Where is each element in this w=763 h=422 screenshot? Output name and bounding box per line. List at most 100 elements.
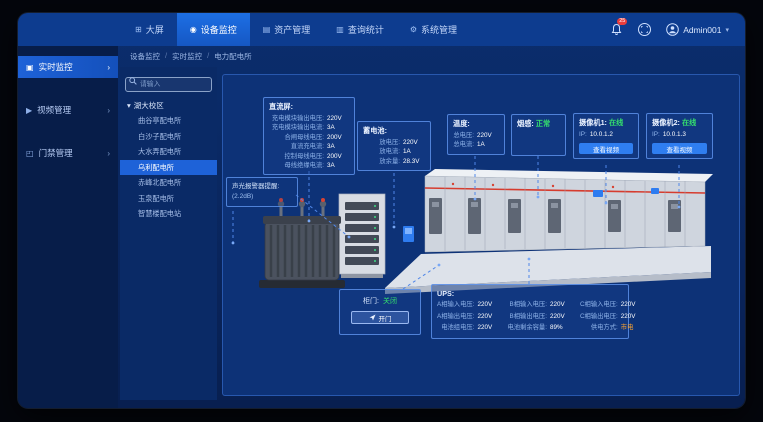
row-value: 3A bbox=[327, 161, 349, 170]
sidebar-item-realtime-monitor[interactable]: ▣ 实时监控 › bbox=[18, 56, 118, 78]
panel-title: 摄像机1: bbox=[579, 118, 607, 127]
door-status: 关闭 bbox=[383, 296, 397, 306]
tab-label: 系统管理 bbox=[421, 23, 457, 36]
tree-item-station-selected[interactable]: 乌利配电所 bbox=[120, 160, 217, 176]
sidebar-item-access-mgmt[interactable]: ◰ 门禁管理 › bbox=[18, 142, 118, 164]
row-label: 控制母线电压: bbox=[269, 152, 324, 161]
door-label: 柜门: bbox=[363, 296, 379, 306]
sidebar-item-label: 实时监控 bbox=[39, 61, 73, 73]
sound-light-alarm-panel: 声光报警器提醒: (2.2dB) bbox=[226, 177, 298, 207]
tree-item-station[interactable]: 大水弄配电所 bbox=[120, 144, 217, 160]
breadcrumb: 设备监控 / 实时监控 / 电力配电所 bbox=[130, 51, 252, 62]
tree-item-station[interactable]: 智慧楼配电站 bbox=[120, 206, 217, 222]
row-value: 89% bbox=[550, 323, 572, 334]
tab-query-stats[interactable]: ▥ 查询统计 bbox=[323, 13, 397, 46]
panel-title: UPS: bbox=[437, 289, 623, 298]
send-icon bbox=[369, 314, 376, 321]
ip-value: 10.0.1.3 bbox=[663, 130, 686, 140]
row-value: 220V bbox=[621, 300, 643, 311]
view-video-button[interactable]: 查看视频 bbox=[579, 143, 633, 154]
dc-screen-panel: 直流屏: 充电模块输出电压:220V 充电模块输出电流:3A 合闸母线电压:20… bbox=[263, 97, 355, 175]
user-menu[interactable]: Admin001 ▾ bbox=[666, 23, 729, 36]
battery-panel: 蓄电池: 放电压:220V 放电流:1A 放余量:28.3V bbox=[357, 121, 431, 171]
avatar-icon bbox=[666, 23, 679, 36]
cabinet-door-panel: 柜门: 关闭 开门 bbox=[339, 289, 421, 335]
row-value: 1A bbox=[403, 147, 425, 156]
alarm-value: (2.2dB) bbox=[232, 192, 292, 202]
search-input[interactable] bbox=[125, 77, 212, 92]
tree-root-label: 湖大校区 bbox=[134, 100, 164, 111]
row-label: 电池剩余容量: bbox=[507, 323, 547, 334]
tree-root-campus[interactable]: ▾ 湖大校区 bbox=[120, 98, 217, 113]
camera1-status: 在线 bbox=[609, 118, 623, 127]
row-value: 220V bbox=[477, 131, 499, 140]
monitor-grid-icon: ▣ bbox=[26, 63, 34, 72]
sidebar-item-video-mgmt[interactable]: ▶ 视频管理 › bbox=[18, 99, 118, 121]
tree-item-station[interactable]: 曲谷亭配电所 bbox=[120, 113, 217, 129]
row-label: 放余量: bbox=[363, 157, 400, 166]
tab-label: 资产管理 bbox=[274, 23, 310, 36]
tab-dashboard[interactable]: ⊞ 大屏 bbox=[122, 13, 177, 46]
monitor-icon: ◉ bbox=[190, 25, 197, 34]
caret-down-icon: ▾ bbox=[127, 101, 131, 110]
breadcrumb-separator: / bbox=[165, 51, 167, 62]
view-video-button[interactable]: 查看视频 bbox=[652, 143, 707, 154]
row-label: A相输出电压: bbox=[437, 312, 474, 323]
row-label: C相输出电压: bbox=[580, 312, 618, 323]
system-icon: ⚙ bbox=[410, 25, 417, 34]
chevron-right-icon: › bbox=[107, 63, 110, 72]
row-label: 放电压: bbox=[363, 138, 400, 147]
row-value: 220V bbox=[550, 312, 572, 323]
breadcrumb-item[interactable]: 设备监控 bbox=[130, 51, 160, 62]
camera1-panel: 摄像机1: 在线 IP:10.0.1.2 查看视频 bbox=[573, 113, 639, 159]
tab-label: 大屏 bbox=[146, 23, 164, 36]
camera2-status: 在线 bbox=[682, 118, 696, 127]
station-tree-panel: ▾ 湖大校区 曲谷亭配电所 白沙子配电所 大水弄配电所 乌利配电所 赤峰北配电所… bbox=[120, 67, 217, 400]
row-value: 220V bbox=[550, 300, 572, 311]
tree-item-station[interactable]: 赤峰北配电所 bbox=[120, 175, 217, 191]
notifications-button[interactable]: 25 bbox=[610, 23, 623, 36]
tab-asset-mgmt[interactable]: ▤ 资产管理 bbox=[250, 13, 324, 46]
row-label: 放电流: bbox=[363, 147, 400, 156]
app-window: ⊞ 大屏 ◉ 设备监控 ▤ 资产管理 ▥ 查询统计 ⚙ 系统管理 bbox=[18, 13, 745, 408]
tree-item-station[interactable]: 白沙子配电所 bbox=[120, 129, 217, 145]
screen-icon: ⊞ bbox=[135, 25, 142, 34]
row-label: B相输出电压: bbox=[507, 312, 547, 323]
breadcrumb-item[interactable]: 电力配电所 bbox=[214, 51, 252, 62]
row-value: 220V bbox=[327, 114, 349, 123]
tab-system-mgmt[interactable]: ⚙ 系统管理 bbox=[397, 13, 470, 46]
tree-item-station[interactable]: 玉泉配电所 bbox=[120, 191, 217, 207]
fullscreen-button[interactable] bbox=[638, 23, 651, 36]
panel-title: 直流屏: bbox=[269, 102, 349, 112]
open-door-label: 开门 bbox=[379, 313, 392, 323]
panel-title: 烟感: bbox=[517, 119, 534, 128]
smoke-sensor-panel: 烟感: 正常 bbox=[511, 114, 566, 156]
sidebar-item-label: 视频管理 bbox=[37, 104, 71, 116]
tree-search bbox=[125, 73, 212, 92]
row-value: 200V bbox=[327, 152, 349, 161]
fullscreen-icon bbox=[641, 26, 648, 33]
sidebar: ▣ 实时监控 › ▶ 视频管理 › ◰ 门禁管理 › bbox=[18, 46, 118, 408]
panel-title-row: 摄像机2: 在线 bbox=[652, 118, 707, 128]
row-label: 总电压: bbox=[453, 131, 474, 140]
alarm-title: 声光报警器提醒: bbox=[232, 182, 292, 192]
temperature-panel: 温度: 总电压:220V 总电流:1A bbox=[447, 114, 505, 155]
search-icon bbox=[129, 77, 137, 85]
row-value: 1A bbox=[477, 140, 499, 149]
row-label: 充电模块输出电压: bbox=[269, 114, 324, 123]
row-value: 3A bbox=[327, 142, 349, 151]
equipment-scene bbox=[253, 160, 718, 300]
asset-icon: ▤ bbox=[263, 25, 271, 34]
row-value: 220V bbox=[477, 312, 499, 323]
row-label: 电池组电压: bbox=[437, 323, 474, 334]
breadcrumb-item[interactable]: 实时监控 bbox=[172, 51, 202, 62]
row-value: 220V bbox=[477, 323, 499, 334]
tab-device-monitor[interactable]: ◉ 设备监控 bbox=[177, 13, 250, 46]
tab-label: 查询统计 bbox=[348, 23, 384, 36]
row-label: 供电方式: bbox=[580, 323, 618, 334]
row-value: 28.3V bbox=[403, 157, 425, 166]
open-door-button[interactable]: 开门 bbox=[351, 311, 409, 324]
panel-title: 蓄电池: bbox=[363, 126, 425, 136]
row-value: 220V bbox=[621, 312, 643, 323]
panel-title-row: 烟感: 正常 bbox=[517, 119, 560, 129]
